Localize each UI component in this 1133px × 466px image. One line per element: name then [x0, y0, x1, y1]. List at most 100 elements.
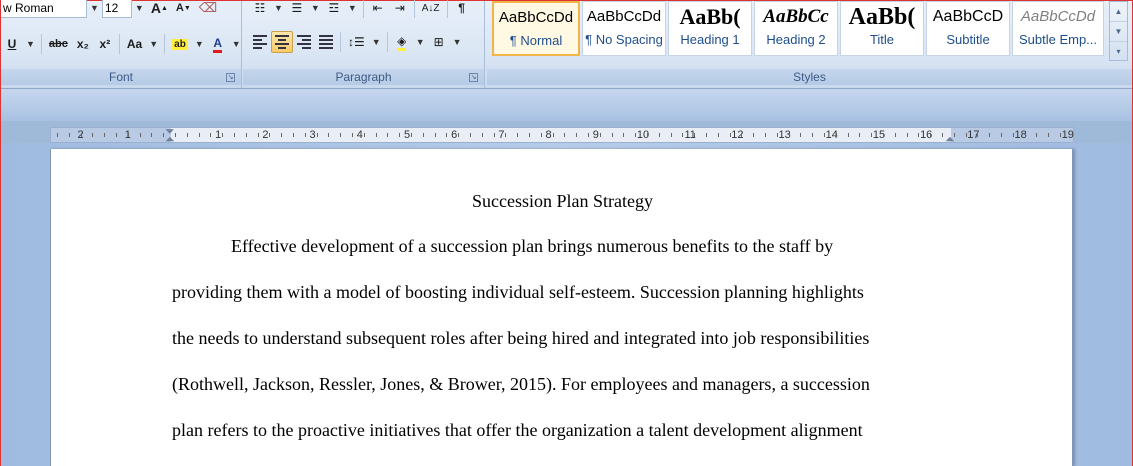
highlight-dropdown-icon[interactable]: ▼ [192, 39, 207, 49]
ruler-tick [989, 133, 991, 137]
align-right-icon [297, 33, 311, 51]
ribbon: w Roman ▼ 12 ▼ A ▲ A ▼ ⌫ U ▼ abc x₂ x² A… [1, 0, 1132, 89]
show-formatting-button[interactable]: ¶ [451, 0, 473, 19]
numbering-dropdown-icon[interactable]: ▼ [308, 3, 323, 13]
superscript-button[interactable]: x² [94, 33, 116, 55]
ruler-tick [92, 133, 94, 137]
ruler-tick [812, 133, 814, 137]
bullets-dropdown-icon[interactable]: ▼ [271, 3, 286, 13]
numbering-button[interactable]: ☰ [286, 0, 308, 19]
ruler-tick [198, 133, 200, 137]
borders-button[interactable]: ⊞ [428, 31, 450, 53]
style-subtle-emphasis[interactable]: AaBbCcDd Subtle Emp... [1012, 1, 1104, 56]
ruler-tick [387, 133, 389, 137]
underline-dropdown-icon[interactable]: ▼ [23, 39, 38, 49]
align-left-button[interactable] [249, 31, 271, 53]
ruler-tick [104, 133, 106, 137]
underline-button[interactable]: U [1, 33, 23, 55]
multilevel-list-button[interactable]: ☲ [323, 0, 345, 19]
ruler-tick [80, 133, 82, 137]
more-styles-icon[interactable]: ▾ [1110, 42, 1127, 62]
change-case-button[interactable]: Aa [123, 33, 146, 55]
font-color-dropdown-icon[interactable]: ▼ [229, 39, 244, 49]
font-size-dropdown-icon[interactable]: ▼ [132, 3, 147, 13]
strikethrough-label: abc [48, 38, 68, 50]
ruler-tick [1060, 133, 1061, 137]
ruler-tick [328, 133, 330, 137]
separator [118, 34, 120, 54]
bullets-button[interactable]: ☷ [249, 0, 271, 19]
ruler-tick [753, 133, 755, 137]
style-subtitle[interactable]: AaBbCcD Subtitle [926, 1, 1010, 56]
ruler-tick [422, 133, 424, 137]
ruler-tick [304, 133, 306, 137]
font-dialog-launcher-icon[interactable]: ↘ [226, 73, 235, 82]
align-right-button[interactable] [293, 31, 315, 53]
document-title: Succession Plan Strategy [472, 191, 653, 211]
document-page[interactable]: Succession Plan Strategy Effective devel… [50, 149, 1073, 466]
strikethrough-button[interactable]: abc [45, 33, 72, 55]
ruler-tick [847, 133, 849, 137]
line-spacing-dropdown-icon[interactable]: ▼ [369, 37, 384, 47]
highlight-button[interactable]: ab [168, 33, 192, 55]
ribbon-band [1, 89, 1132, 121]
scroll-down-icon[interactable]: ▼ [1110, 22, 1127, 42]
ruler-tick [611, 133, 613, 137]
ruler-tick [458, 133, 460, 137]
highlighter-icon: ab [172, 38, 188, 50]
ruler-tick [883, 133, 884, 137]
left-indent-marker[interactable]: ⏶ [165, 133, 175, 145]
multilevel-dropdown-icon[interactable]: ▼ [345, 3, 360, 13]
ruler-tick [481, 133, 483, 137]
style-sample: AaBb( [679, 4, 741, 29]
style-title[interactable]: AaBb( Title [840, 1, 924, 56]
style-no-spacing[interactable]: AaBbCcDd ¶ No Spacing [582, 1, 666, 56]
increase-indent-button[interactable]: ⇥ [389, 0, 411, 19]
align-center-button[interactable] [271, 31, 293, 53]
sort-button[interactable]: A↓Z [418, 0, 444, 19]
justify-button[interactable] [315, 31, 337, 53]
subscript-button[interactable]: x₂ [72, 33, 94, 55]
font-size-box[interactable]: 12 [101, 0, 132, 18]
font-name-dropdown-icon[interactable]: ▼ [87, 3, 102, 13]
ruler-tick [894, 133, 896, 137]
styles-gallery-scroll[interactable]: ▲ ▼ ▾ [1109, 1, 1128, 61]
grow-font-button[interactable]: A ▲ [147, 0, 172, 19]
ruler-tick [930, 133, 932, 137]
ruler-tick [682, 133, 684, 137]
style-normal[interactable]: AaBbCcDd ¶ Normal [492, 1, 580, 56]
decrease-indent-button[interactable]: ⇤ [367, 0, 389, 19]
paragraph-dialog-launcher-icon[interactable]: ↘ [469, 73, 478, 82]
borders-icon: ⊞ [433, 35, 444, 49]
ruler-tick [1048, 133, 1050, 137]
font-color-button[interactable]: A [207, 33, 229, 55]
horizontal-ruler[interactable]: ⏷ ⏶ ⏶ 2112345678910111213141516171819 [50, 125, 1074, 145]
ruler-tick [340, 133, 342, 137]
ruler-tick [363, 133, 365, 137]
style-sample: AaBbCcDd [1020, 8, 1096, 25]
shading-button[interactable]: ◈ [391, 31, 413, 53]
style-heading-1[interactable]: AaBb( Heading 1 [668, 1, 752, 56]
ruler-tick [953, 133, 955, 137]
font-name-box[interactable]: w Roman [1, 0, 87, 18]
shading-dropdown-icon[interactable]: ▼ [413, 37, 428, 47]
ruler-tick [446, 133, 448, 137]
ruler-number: 19 [1061, 129, 1074, 141]
paint-bucket-icon: ◈ [397, 34, 407, 51]
justify-icon [319, 33, 333, 51]
ruler-tick [399, 133, 401, 137]
sort-icon: A↓Z [421, 2, 440, 14]
ruler-tick [670, 133, 672, 137]
style-heading-2[interactable]: AaBbCc Heading 2 [754, 1, 838, 56]
borders-dropdown-icon[interactable]: ▼ [450, 37, 465, 47]
superscript-label: x² [99, 37, 111, 51]
change-case-dropdown-icon[interactable]: ▼ [146, 39, 161, 49]
ruler-tick [234, 133, 235, 137]
ruler-tick [942, 133, 943, 137]
line-spacing-button[interactable]: ↕☰ [344, 31, 369, 53]
style-name: Subtle Emp... [1018, 32, 1098, 47]
font-group: w Roman ▼ 12 ▼ A ▲ A ▼ ⌫ U ▼ abc x₂ x² A… [1, 0, 244, 88]
clear-formatting-button[interactable]: ⌫ [195, 0, 221, 19]
shrink-font-button[interactable]: A ▼ [172, 0, 195, 19]
scroll-up-icon[interactable]: ▲ [1110, 2, 1127, 22]
